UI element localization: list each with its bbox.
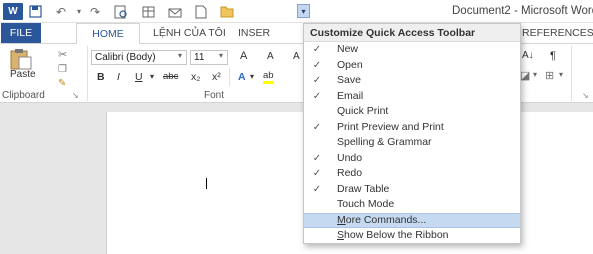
tab-insert[interactable]: INSER — [238, 23, 270, 43]
menu-item-label: Email — [337, 89, 364, 102]
customize-qat-button[interactable]: ▾ — [297, 4, 310, 18]
menu-item[interactable]: Quick Print — [304, 104, 520, 120]
show-below-label: how Below the Ribbon — [344, 229, 449, 241]
copy-icon[interactable]: ❐ — [58, 64, 67, 75]
bold-button[interactable]: B — [97, 69, 105, 85]
print-preview-icon[interactable] — [112, 3, 130, 20]
menu-item-label: Undo — [337, 151, 363, 164]
clipboard-group-label: Clipboard — [2, 90, 45, 101]
checkmark-icon: ✓ — [312, 90, 322, 102]
font-name-dropdown-icon[interactable]: ▾ — [178, 51, 182, 60]
tab-references[interactable]: REFERENCES — [522, 23, 593, 43]
new-document-icon[interactable] — [192, 3, 210, 20]
clipboard-launcher-icon[interactable]: ↘ — [72, 91, 79, 100]
underline-dropdown-icon[interactable]: ▾ — [150, 69, 154, 85]
text-cursor — [206, 178, 207, 189]
menu-item-label: Spelling & Grammar — [337, 136, 432, 148]
menu-item[interactable]: ✓ Draw Table — [304, 182, 520, 198]
word-window: W ↶ ▾ ↷ ▾ Document2 - Microsoft Word FIL… — [0, 0, 593, 254]
menu-item-label: Open — [337, 58, 363, 71]
checkmark-icon: ✓ — [312, 59, 322, 71]
menu-item-label: Redo — [337, 167, 363, 179]
more-commands-item[interactable]: More Commands... — [304, 212, 520, 228]
more-commands-label: ore Commands... — [345, 213, 427, 226]
cut-icon[interactable]: ✂ — [58, 48, 67, 61]
grow-font-button[interactable]: A — [240, 50, 247, 62]
menu-item[interactable]: Touch Mode — [304, 197, 520, 213]
show-below-mnemonic: S — [337, 229, 345, 241]
save-icon[interactable] — [26, 3, 44, 20]
format-painter-icon[interactable]: ✎ — [58, 78, 66, 89]
menu-item-label: Save — [337, 74, 361, 86]
menu-item-label: Print Preview and Print — [337, 120, 444, 133]
italic-button[interactable]: I — [117, 69, 120, 85]
strikethrough-button[interactable]: abc — [163, 69, 178, 85]
font-name-box[interactable]: Calibri (Body) — [91, 50, 187, 65]
paste-label: Paste — [10, 69, 36, 80]
menu-item[interactable]: ✓ Undo — [304, 151, 520, 167]
menu-item-label: Quick Print — [337, 105, 389, 117]
checkmark-icon: ✓ — [312, 152, 322, 164]
tab-lenh-cua-toi[interactable]: LỆNH CỦA TÔI — [153, 23, 226, 43]
subscript-button[interactable]: x₂ — [191, 69, 200, 85]
customize-qat-menu: Customize Quick Access Toolbar ✓ New ✓ Open… — [303, 23, 521, 244]
tab-home[interactable]: HOME — [76, 23, 140, 44]
checkmark-icon: ✓ — [312, 183, 322, 195]
menu-item-label: Touch Mode — [337, 198, 395, 210]
paste-icon — [10, 49, 32, 70]
checkmark-icon: ✓ — [312, 44, 322, 55]
checkmark-icon: ✓ — [312, 121, 322, 133]
menu-item[interactable]: ✓ Print Preview and Print — [304, 120, 520, 136]
menu-item[interactable]: ✓ Redo — [304, 166, 520, 182]
title-bar: W ↶ ▾ ↷ ▾ Document2 - Microsoft Word — [0, 0, 593, 23]
menu-header: Customize Quick Access Toolbar — [304, 24, 520, 42]
draw-table-icon[interactable] — [140, 3, 158, 20]
menu-item[interactable]: ✓ New — [304, 42, 520, 58]
text-effects-button[interactable]: A — [238, 69, 246, 85]
highlight-button[interactable]: ab — [263, 69, 274, 84]
borders-dropdown-icon[interactable]: ▾ — [559, 70, 563, 79]
group-divider — [571, 46, 572, 101]
change-case-button[interactable]: A — [293, 51, 300, 62]
shading-dropdown-icon[interactable]: ▾ — [533, 70, 537, 79]
superscript-button[interactable]: x² — [212, 69, 221, 85]
tab-file[interactable]: FILE — [1, 23, 41, 43]
underline-button[interactable]: U — [135, 69, 143, 85]
font-size-dropdown-icon[interactable]: ▾ — [219, 51, 223, 60]
redo-icon[interactable]: ↷ — [86, 3, 104, 20]
show-marks-button[interactable]: ¶ — [550, 50, 556, 62]
menu-items: ✓ New ✓ Open ✓ Save ✓ Email Quick Print ✓ Print Pr… — [304, 42, 520, 213]
email-icon[interactable] — [166, 3, 184, 20]
chevron-down-icon: ▾ — [301, 6, 306, 16]
menu-item[interactable]: ✓ Open — [304, 58, 520, 74]
shading-icon[interactable]: ◪ — [520, 69, 530, 82]
menu-item-label: Draw Table — [337, 182, 390, 195]
more-commands-mnemonic: M — [337, 213, 346, 226]
checkmark-icon: ✓ — [312, 168, 322, 179]
undo-icon[interactable]: ↶ — [52, 3, 70, 20]
word-logo-icon[interactable]: W — [3, 3, 23, 20]
font-group-label: Font — [204, 90, 225, 101]
text-effects-dropdown-icon[interactable]: ▾ — [250, 69, 254, 85]
menu-item-label: New — [337, 43, 359, 55]
show-below-ribbon-item[interactable]: Show Below the Ribbon — [304, 228, 520, 244]
menu-item[interactable]: ✓ Save — [304, 73, 520, 89]
borders-icon[interactable]: ⊞ — [545, 69, 554, 82]
menu-item[interactable]: ✓ Email — [304, 89, 520, 105]
shrink-font-button[interactable]: A — [267, 51, 274, 62]
divider — [229, 68, 230, 86]
window-title: Document2 - Microsoft Word — [452, 5, 593, 17]
menu-item[interactable]: Spelling & Grammar — [304, 135, 520, 151]
open-folder-icon[interactable] — [218, 3, 236, 20]
sort-button[interactable]: A↓ — [522, 50, 534, 61]
group-divider — [87, 46, 88, 101]
checkmark-icon: ✓ — [312, 75, 322, 86]
paragraph-launcher-icon[interactable]: ↘ — [582, 91, 589, 100]
